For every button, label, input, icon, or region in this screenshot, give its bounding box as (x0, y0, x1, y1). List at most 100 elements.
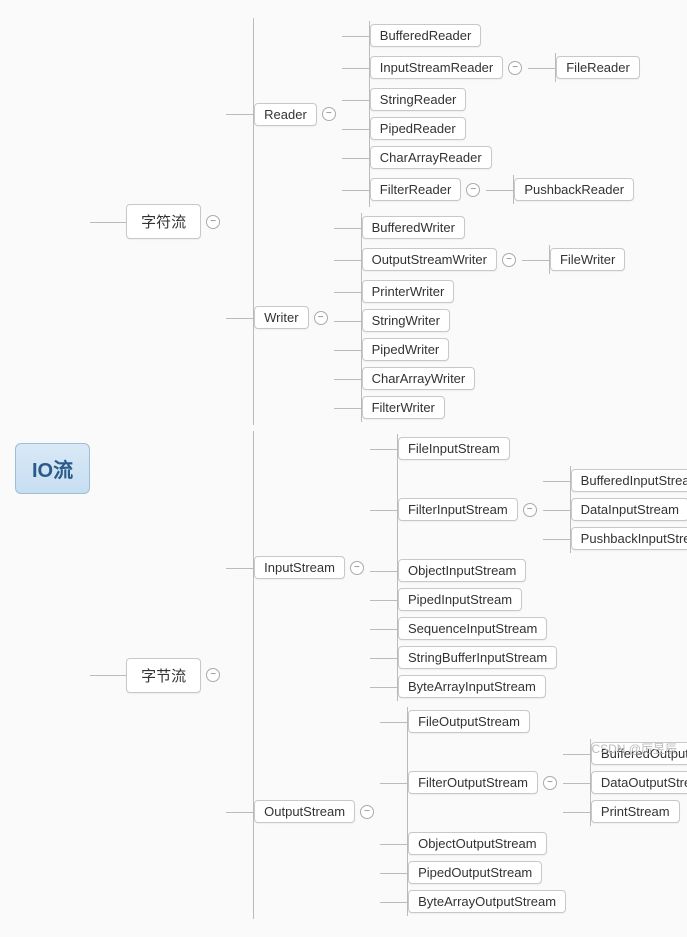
tree-item: InputStream−FileInputStreamFilterInputSt… (254, 434, 687, 701)
tree-node[interactable]: PushbackInputStream (571, 527, 687, 550)
children: FileOutputStreamFilterOutputStream−Buffe… (407, 707, 687, 916)
root-node[interactable]: IO流 (15, 443, 90, 494)
tree-item: BufferedReader (370, 24, 640, 47)
tree-item: FilterInputStream− BufferedInputStream Dat… (398, 466, 687, 553)
tree-item: 字符流−Reader−BufferedReaderInputStreamRead… (126, 18, 687, 425)
tree-item: ByteArrayOutputStream (408, 890, 687, 913)
tree-item: DataOutputStream (591, 771, 687, 794)
collapse-icon[interactable]: − (314, 311, 328, 325)
tree-item: PipedWriter (362, 338, 626, 361)
collapse-icon[interactable]: − (322, 107, 336, 121)
tree-item: CharArrayWriter (362, 367, 626, 390)
tree-item: StringBufferInputStream (398, 646, 687, 669)
tree-item: PushbackInputStream (571, 527, 687, 550)
tree-node[interactable]: PrintStream (591, 800, 680, 823)
children: PushbackReader (513, 175, 634, 204)
tree-item: PrinterWriter (362, 280, 626, 303)
tree-node[interactable]: PipedReader (370, 117, 466, 140)
tree-item: StringWriter (362, 309, 626, 332)
tree-item: Reader−BufferedReaderInputStreamReader−F… (254, 21, 640, 207)
tree-node[interactable]: ObjectOutputStream (408, 832, 547, 855)
tree-item: PipedOutputStream (408, 861, 687, 884)
mindmap: IO流 字符流−Reader−BufferedReaderInputStream… (15, 15, 672, 922)
tree-node[interactable]: PrinterWriter (362, 280, 455, 303)
collapse-icon[interactable]: − (543, 776, 557, 790)
tree-item: SequenceInputStream (398, 617, 687, 640)
tree-node[interactable]: StringWriter (362, 309, 450, 332)
tree-node[interactable]: BufferedReader (370, 24, 482, 47)
children: BufferedInputStream DataInputStream Pushba… (570, 466, 687, 553)
tree-item: FileInputStream (398, 437, 687, 460)
tree-node[interactable]: PipedOutputStream (408, 861, 542, 884)
tree-node[interactable]: StringReader (370, 88, 467, 111)
tree-node[interactable]: SequenceInputStream (398, 617, 547, 640)
children: InputStream−FileInputStreamFilterInputSt… (253, 431, 687, 919)
children: FileInputStream FilterInputStream− Buffere… (397, 434, 687, 701)
collapse-icon[interactable]: − (206, 668, 220, 682)
tree-item: FileReader (556, 56, 640, 79)
collapse-icon[interactable]: − (523, 503, 537, 517)
tree-item: PipedInputStream (398, 588, 687, 611)
collapse-icon[interactable]: − (508, 61, 522, 75)
tree-node[interactable]: FileOutputStream (408, 710, 530, 733)
tree-node[interactable]: FileWriter (550, 248, 625, 271)
tree-node[interactable]: FilterWriter (362, 396, 445, 419)
tree-item: PrintStream (591, 800, 687, 823)
tree-node[interactable]: OutputStreamWriter (362, 248, 497, 271)
tree-item: ObjectInputStream (398, 559, 687, 582)
tree-item: PushbackReader (514, 178, 634, 201)
tree-node[interactable]: InputStreamReader (370, 56, 503, 79)
collapse-icon[interactable]: − (206, 215, 220, 229)
collapse-icon[interactable]: − (350, 561, 364, 575)
tree-item: OutputStreamWriter− FileWriter (362, 245, 626, 274)
tree-node[interactable]: PipedInputStream (398, 588, 522, 611)
tree-item: 字节流−InputStream−FileInputStreamFilterInp… (126, 431, 687, 919)
tree-item: PipedReader (370, 117, 640, 140)
tree-node[interactable]: FileInputStream (398, 437, 510, 460)
tree-node[interactable]: FilterReader (370, 178, 462, 201)
tree-node[interactable]: DataOutputStream (591, 771, 687, 794)
tree-node[interactable]: ObjectInputStream (398, 559, 526, 582)
tree-item: ObjectOutputStream (408, 832, 687, 855)
tree-item: BufferedWriter (362, 216, 626, 239)
tree-node[interactable]: BufferedWriter (362, 216, 465, 239)
tree-node[interactable]: PushbackReader (514, 178, 634, 201)
tree-item: DataInputStream (571, 498, 687, 521)
collapse-icon[interactable]: − (360, 805, 374, 819)
tree-item: FileOutputStream (408, 710, 687, 733)
tree-item: FilterWriter (362, 396, 626, 419)
children: BufferedWriter OutputStreamWriter− FileWri… (361, 213, 626, 422)
tree-item: BufferedInputStream (571, 469, 687, 492)
tree-item: StringReader (370, 88, 640, 111)
children: FileReader (555, 53, 640, 82)
collapse-icon[interactable]: − (466, 183, 480, 197)
root-children: 字符流−Reader−BufferedReaderInputStreamRead… (126, 15, 687, 922)
watermark: CSDN @厉昱辰 (591, 740, 677, 757)
children: BufferedReaderInputStreamReader−FileRead… (369, 21, 640, 207)
tree-node[interactable]: BufferedInputStream (571, 469, 687, 492)
tree-node[interactable]: FileReader (556, 56, 640, 79)
tree-node[interactable]: OutputStream (254, 800, 355, 823)
tree-node[interactable]: CharArrayWriter (362, 367, 476, 390)
tree-node[interactable]: 字符流 (126, 204, 201, 239)
tree-item: Writer−BufferedWriterOutputStreamWriter−… (254, 213, 640, 422)
tree-node[interactable]: 字节流 (126, 658, 201, 693)
tree-node[interactable]: ByteArrayInputStream (398, 675, 546, 698)
tree-item: FileWriter (550, 248, 625, 271)
tree-node[interactable]: Reader (254, 103, 317, 126)
tree-node[interactable]: Writer (254, 306, 308, 329)
tree-node[interactable]: FilterOutputStream (408, 771, 538, 794)
tree-node[interactable]: CharArrayReader (370, 146, 492, 169)
tree-node[interactable]: PipedWriter (362, 338, 450, 361)
tree-node[interactable]: DataInputStream (571, 498, 687, 521)
collapse-icon[interactable]: − (502, 253, 516, 267)
tree-node[interactable]: InputStream (254, 556, 345, 579)
tree-item: FilterReader− PushbackReader (370, 175, 640, 204)
children: FileWriter (549, 245, 625, 274)
tree-item: OutputStream−FileOutputStreamFilterOutpu… (254, 707, 687, 916)
tree-node[interactable]: FilterInputStream (398, 498, 518, 521)
tree-item: CharArrayReader (370, 146, 640, 169)
tree-node[interactable]: ByteArrayOutputStream (408, 890, 566, 913)
tree-node[interactable]: StringBufferInputStream (398, 646, 557, 669)
tree-item: InputStreamReader− FileReader (370, 53, 640, 82)
